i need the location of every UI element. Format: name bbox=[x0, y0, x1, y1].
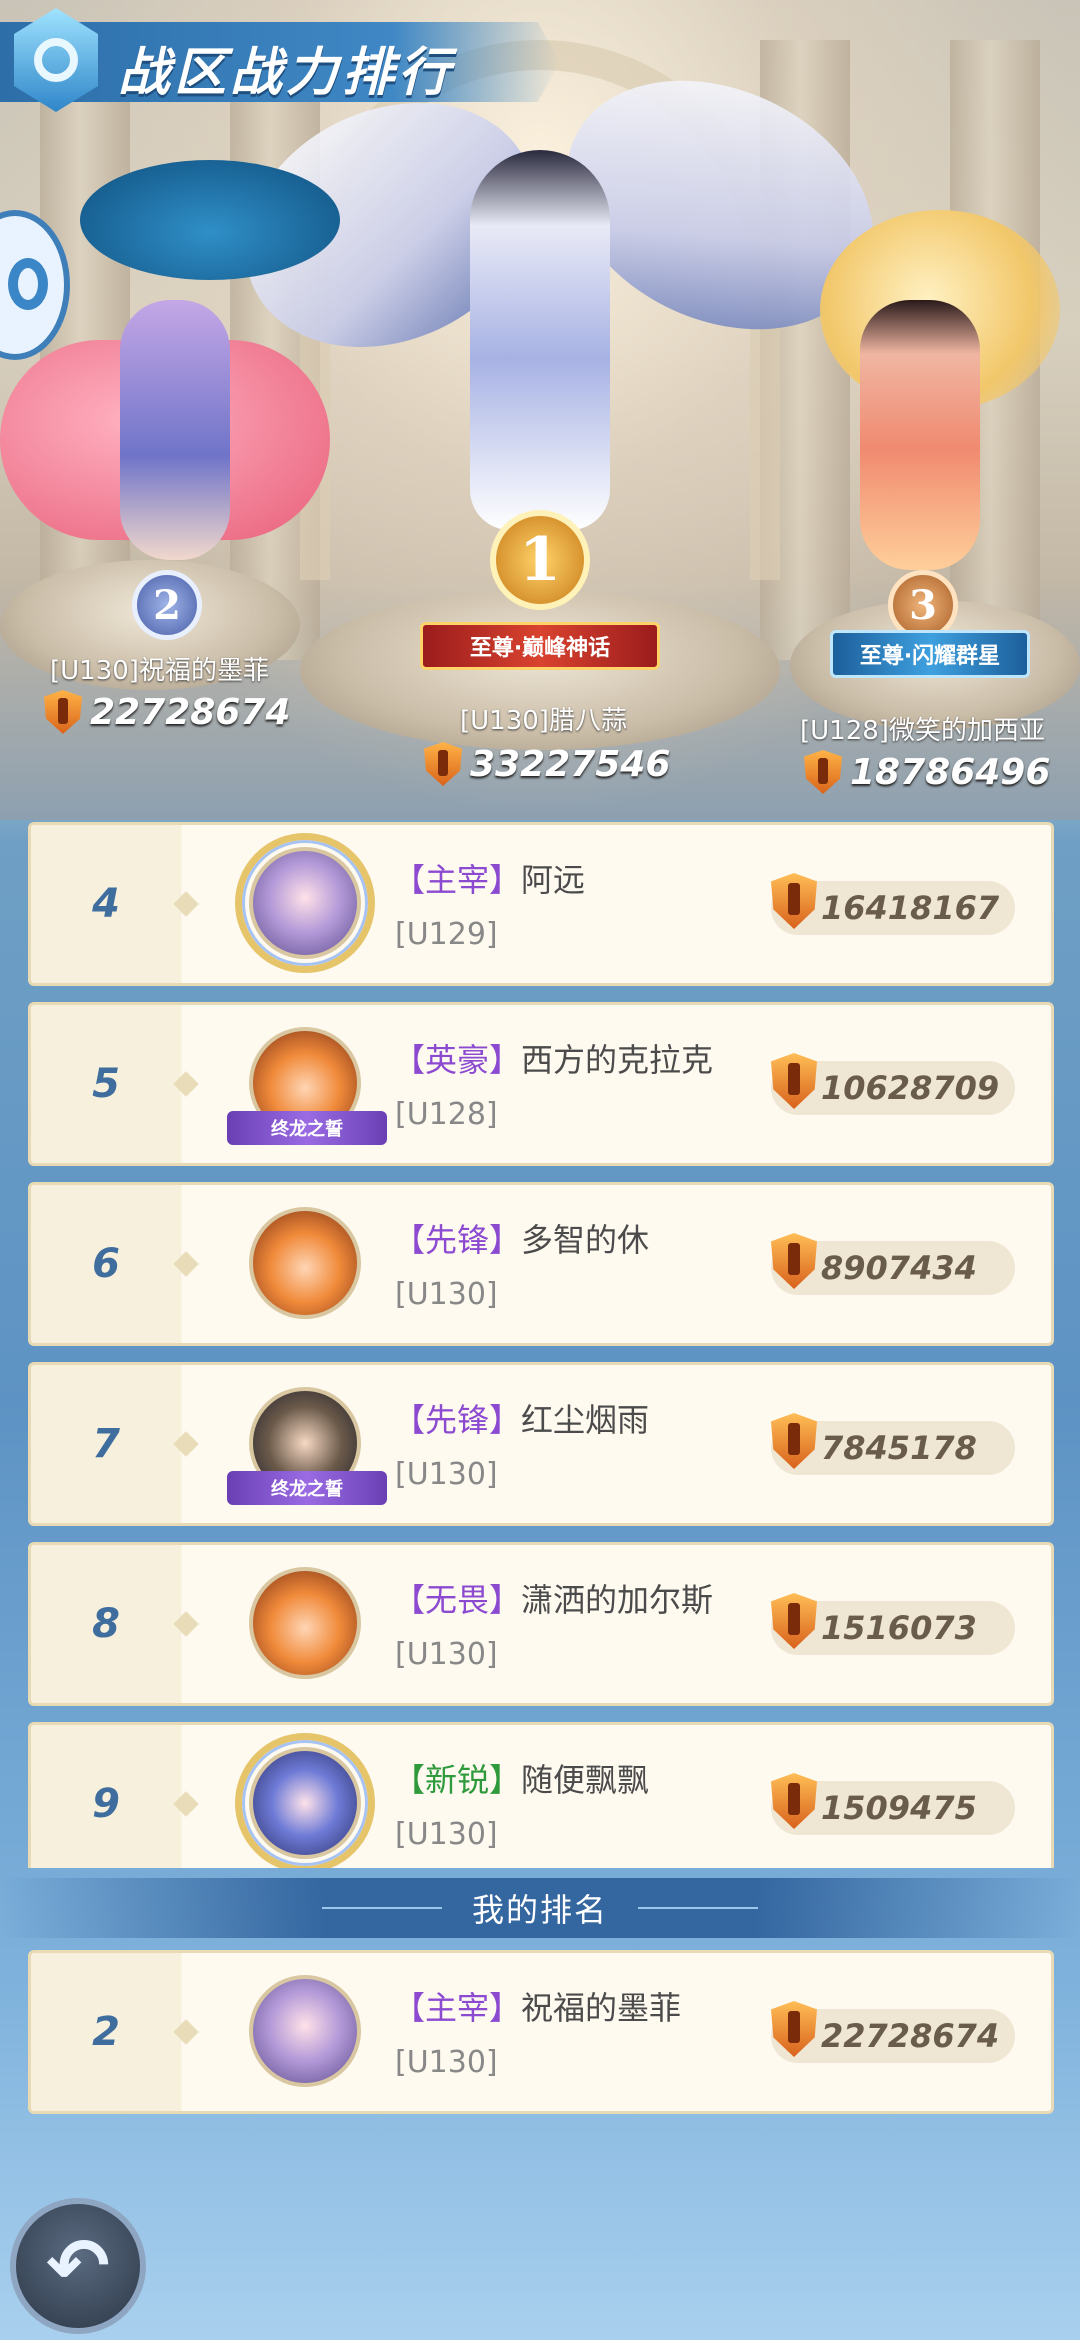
player-server: [U128] bbox=[395, 1097, 498, 1132]
player-title-name: 【主宰】祝福的墨菲 bbox=[393, 1989, 682, 2027]
my-rank-header: 我的排名 bbox=[0, 1878, 1080, 1938]
podium-name-3: [U128]微笑的加西亚 bbox=[800, 716, 1045, 746]
player-server: [U130] bbox=[395, 1817, 498, 1852]
podium-name-2: [U130]祝福的墨菲 bbox=[50, 656, 269, 686]
player-avatar[interactable] bbox=[235, 833, 375, 973]
ranking-row[interactable]: 4 【主宰】阿远 [U129] 16418167 bbox=[28, 822, 1054, 986]
player-title-name: 【先锋】多智的休 bbox=[393, 1221, 650, 1259]
player-avatar[interactable] bbox=[241, 1967, 369, 2095]
avatar-frame-ribbon: 终龙之誓 bbox=[227, 1111, 387, 1145]
avatar bbox=[249, 1567, 361, 1679]
player-title-name: 【无畏】潇洒的加尔斯 bbox=[393, 1581, 714, 1619]
power-shield-icon bbox=[804, 750, 842, 794]
title-banner-1: 至尊·巅峰神话 bbox=[420, 622, 660, 670]
ranking-list[interactable]: 4 【主宰】阿远 [U129] 16418167 5 终龙之誓 【英豪】西方的克… bbox=[28, 822, 1054, 1868]
ranking-row[interactable]: 8 【无畏】潇洒的加尔斯 [U130] 1516073 bbox=[28, 1542, 1054, 1706]
back-arrow-icon: ↶ bbox=[46, 2221, 110, 2310]
avatar-frame-ribbon: 终龙之誓 bbox=[227, 1471, 387, 1505]
hero-character-1[interactable] bbox=[470, 150, 610, 530]
rank-number: 2 bbox=[92, 2009, 120, 2055]
player-title-name: 【英豪】西方的克拉克 bbox=[393, 1041, 714, 1079]
avatar bbox=[249, 1975, 361, 2087]
hero-character-2[interactable] bbox=[120, 300, 230, 560]
podium-power-1: 33227546 bbox=[424, 742, 670, 786]
ranking-row[interactable]: 6 【先锋】多智的休 [U130] 8907434 bbox=[28, 1182, 1054, 1346]
umbrella-decoration bbox=[80, 160, 340, 280]
player-server: [U130] bbox=[395, 1277, 498, 1312]
player-title-name: 【新锐】随便飘飘 bbox=[393, 1761, 650, 1799]
rank-number: 5 bbox=[92, 1061, 120, 1107]
avatar-frame bbox=[235, 833, 375, 973]
ranking-row[interactable]: 5 终龙之誓 【英豪】西方的克拉克 [U128] 10628709 bbox=[28, 1002, 1054, 1166]
rank-number: 6 bbox=[92, 1241, 120, 1287]
player-avatar[interactable] bbox=[235, 1733, 375, 1868]
player-server: [U130] bbox=[395, 2045, 498, 2080]
player-server: [U129] bbox=[395, 917, 498, 952]
page-title: 战区战力排行 bbox=[118, 43, 455, 103]
player-server: [U130] bbox=[395, 1637, 498, 1672]
ranking-row[interactable]: 7 终龙之誓 【先锋】红尘烟雨 [U130] 7845178 bbox=[28, 1362, 1054, 1526]
hero-character-3[interactable] bbox=[860, 300, 980, 570]
title-banner-3: 至尊·闪耀群星 bbox=[830, 630, 1030, 678]
podium-name-1: [U130]腊八蒜 bbox=[460, 706, 627, 736]
avatar bbox=[249, 1207, 361, 1319]
ranking-row[interactable]: 9 【新锐】随便飘飘 [U130] 1509475 bbox=[28, 1722, 1054, 1868]
divider-line bbox=[638, 1907, 758, 1909]
player-title-name: 【先锋】红尘烟雨 bbox=[393, 1401, 650, 1439]
pin-icon bbox=[8, 258, 48, 310]
my-rank-row[interactable]: 2 【主宰】祝福的墨菲 [U130] 22728674 bbox=[28, 1950, 1054, 2114]
rank-number: 9 bbox=[92, 1781, 120, 1827]
podium-scene: 1 2 3 至尊·巅峰神话 至尊·闪耀群星 [U130]祝福的墨菲 [U130]… bbox=[0, 0, 1080, 820]
podium-power-2: 22728674 bbox=[44, 690, 290, 734]
player-avatar[interactable] bbox=[241, 1559, 369, 1687]
podium-power-3: 18786496 bbox=[804, 750, 1050, 794]
rank-number: 8 bbox=[92, 1601, 120, 1647]
player-avatar[interactable]: 终龙之誓 bbox=[227, 1379, 387, 1507]
avatar-frame bbox=[235, 1733, 375, 1868]
rank-number: 4 bbox=[92, 881, 120, 927]
rank-2-medal: 2 bbox=[132, 570, 202, 640]
power-shield-icon bbox=[424, 742, 462, 786]
rank-1-medal: 1 bbox=[490, 510, 590, 610]
player-avatar[interactable]: 终龙之誓 bbox=[227, 1019, 387, 1147]
player-server: [U130] bbox=[395, 1457, 498, 1492]
my-rank-label: 我的排名 bbox=[471, 1891, 608, 1929]
divider-line bbox=[321, 1907, 442, 1909]
rank-number: 7 bbox=[92, 1421, 120, 1467]
player-title-name: 【主宰】阿远 bbox=[393, 861, 586, 899]
back-button[interactable]: ↶ bbox=[10, 2198, 146, 2334]
power-shield-icon bbox=[44, 690, 82, 734]
player-avatar[interactable] bbox=[241, 1199, 369, 1327]
